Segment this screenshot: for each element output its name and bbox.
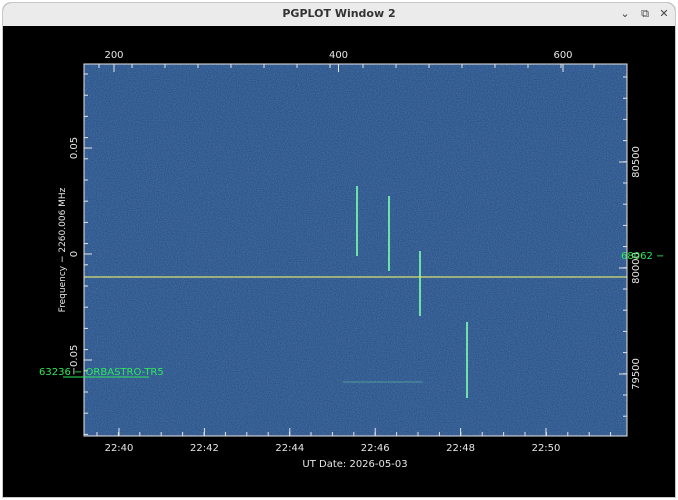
x-axis-label: UT Date: 2026-05-03 [302,459,407,470]
bottom-tick-label-2: 22:44 [275,443,304,454]
minimize-icon[interactable]: ⌄ [617,6,633,22]
right-tick-label-0: 80500 [631,146,642,178]
close-icon[interactable]: ✕ [656,6,672,22]
pgplot-window: PGPLOT Window 2 ⌄ ⧉ ✕ 200 400 600 22:40 … [3,3,675,497]
left-tick-label-0: 0.05 [69,137,80,159]
waterfall-plot: 20040060080010001200140022:4022:4222:442… [39,50,664,470]
window-title: PGPLOT Window 2 [282,7,396,20]
y-axis-label: Frequency − 2260.006 MHz [58,187,68,312]
maximize-icon[interactable]: ⧉ [637,6,653,22]
left-tick-label-1: 0 [69,251,80,257]
noise-speckle [84,64,627,436]
top-tick-label-0: 200 [104,50,123,61]
right-tick-label-2: 79500 [631,358,642,390]
right-target-marker: 68062 − [621,251,664,262]
bottom-tick-label-3: 22:46 [361,443,390,454]
bottom-tick-label-1: 22:42 [190,443,219,454]
top-tick-label-1: 400 [329,50,348,61]
left-target-marker: 63236 − ORBASTRO-TR5 [39,367,164,378]
top-tick-label-2: 600 [553,50,572,61]
title-bar[interactable]: PGPLOT Window 2 ⌄ ⧉ ✕ [3,3,675,27]
bottom-tick-label-5: 22:50 [532,443,561,454]
plot-area: 20040060080010001200140022:4022:4222:442… [3,26,675,497]
bottom-tick-label-0: 22:40 [105,443,134,454]
bottom-tick-label-4: 22:48 [446,443,475,454]
